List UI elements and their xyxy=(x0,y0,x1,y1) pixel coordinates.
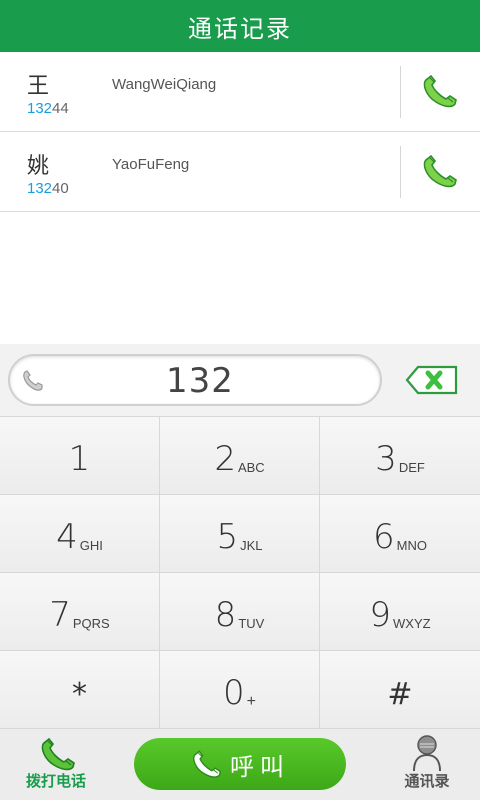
bottom-navigation: 拨打电话 呼叫 通讯录 xyxy=(0,729,480,800)
number-match: 132 xyxy=(27,180,53,197)
tab-contacts-label: 通讯录 xyxy=(404,772,450,790)
key-digit: 3 xyxy=(375,439,397,479)
key-digit: 2 xyxy=(214,439,236,479)
tab-contacts[interactable]: 通讯录 xyxy=(392,735,462,795)
phone-icon xyxy=(193,750,222,778)
key-8[interactable]: 8 TUV xyxy=(160,573,319,650)
key-star[interactable]: * xyxy=(0,651,159,728)
number-rest: 44 xyxy=(52,100,69,117)
key-letters: ABC xyxy=(237,460,265,475)
page-title: 通话记录 xyxy=(188,14,292,43)
key-digit: 8 xyxy=(214,595,237,635)
key-digit: 0 xyxy=(223,673,245,713)
call-button-label: 呼叫 xyxy=(230,752,290,781)
key-letters: TUV xyxy=(238,616,265,631)
contact-pinyin: WangWeiQiang xyxy=(112,76,217,93)
key-digit: 7 xyxy=(49,595,71,635)
phone-icon xyxy=(23,370,43,391)
backspace-icon[interactable] xyxy=(404,364,460,396)
key-0[interactable]: 0 + xyxy=(160,651,319,728)
call-log-list: 王 WangWeiQiang 13244 姚 YaoFuFeng 13240 xyxy=(0,52,480,344)
tab-dial-label: 拨打电话 xyxy=(25,772,86,790)
contact-pinyin: YaoFuFeng xyxy=(112,156,190,173)
key-digit: # xyxy=(387,677,413,712)
key-2[interactable]: 2 ABC xyxy=(160,417,319,494)
key-digit: * xyxy=(72,677,87,712)
key-letters: + xyxy=(246,693,256,710)
row-divider xyxy=(400,146,401,198)
key-digit: 1 xyxy=(68,439,91,479)
key-digit: 6 xyxy=(373,517,395,557)
key-4[interactable]: 4 GHI xyxy=(0,495,159,572)
key-3[interactable]: 3 DEF xyxy=(320,417,480,494)
key-digit: 5 xyxy=(216,517,239,557)
key-letters: WXYZ xyxy=(393,616,431,631)
dial-input-bar xyxy=(0,344,480,417)
contact-name: 王 xyxy=(27,74,50,99)
call-button[interactable]: 呼叫 xyxy=(134,738,346,790)
phone-call-icon[interactable] xyxy=(420,154,460,190)
key-7[interactable]: 7 PQRS xyxy=(0,573,159,650)
dial-number-input[interactable] xyxy=(50,360,350,402)
key-hash[interactable]: # xyxy=(320,651,480,728)
contact-number: 13244 xyxy=(27,100,69,117)
number-rest: 40 xyxy=(52,180,69,197)
key-letters: JKL xyxy=(240,538,263,553)
contacts-person-icon xyxy=(413,735,441,772)
dial-keypad: 1 2 ABC 3 DEF 4 GHI 5 JKL 6 MNO 7 PQRS 8 TUV 9W… xyxy=(0,417,480,729)
key-letters: PQRS xyxy=(72,616,110,631)
call-log-item[interactable]: 王 WangWeiQiang 13244 xyxy=(0,52,480,132)
row-divider xyxy=(400,66,401,118)
dial-input-container[interactable] xyxy=(8,354,382,406)
key-letters: MNO xyxy=(396,538,427,553)
tab-dial[interactable]: 拨打电话 xyxy=(14,735,98,795)
phone-call-icon[interactable] xyxy=(420,74,460,110)
key-6[interactable]: 6 MNO xyxy=(320,495,480,572)
contact-number: 13240 xyxy=(27,180,69,197)
app-header: 通话记录 xyxy=(0,0,480,52)
key-9[interactable]: 9 WXYZ xyxy=(320,573,480,650)
key-1[interactable]: 1 xyxy=(0,417,159,494)
phone-call-icon xyxy=(41,737,75,771)
contact-name: 姚 xyxy=(27,154,50,179)
call-log-item[interactable]: 姚 YaoFuFeng 13240 xyxy=(0,132,480,212)
key-5[interactable]: 5 JKL xyxy=(160,495,319,572)
number-match: 132 xyxy=(27,100,53,117)
key-digit: 4 xyxy=(56,517,78,557)
key-letters: DEF xyxy=(398,460,425,475)
key-letters: GHI xyxy=(79,538,103,553)
key-digit: 9 xyxy=(369,595,392,635)
